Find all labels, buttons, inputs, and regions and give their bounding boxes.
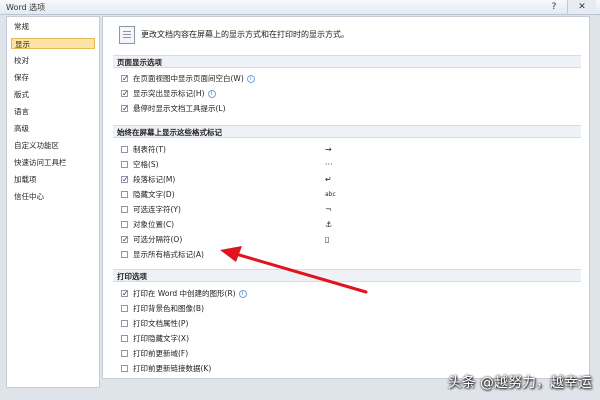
option-label: 打印在 Word 中创建的图形(R) xyxy=(133,289,236,298)
checkbox[interactable] xyxy=(121,288,129,299)
option-show-all-formatting-marks[interactable]: 显示所有格式标记(A) xyxy=(121,249,204,260)
option-label: 显示突出显示标记(H) xyxy=(133,89,205,98)
watermark: 头条 @越努力，越幸运 xyxy=(447,375,592,391)
checkbox[interactable] xyxy=(121,250,128,258)
checkbox[interactable] xyxy=(121,304,128,312)
option-label: 可选连字符(Y) xyxy=(133,205,181,214)
sidebar-item-layout[interactable]: 版式 xyxy=(11,89,95,100)
sidebar-item-customize-ribbon[interactable]: 自定义功能区 xyxy=(11,140,95,151)
option-print-hidden-text[interactable]: 打印隐藏文字(X) xyxy=(121,333,189,344)
section-page-display: 页面显示选项 xyxy=(113,55,581,68)
option-update-fields[interactable]: 打印前更新域(F) xyxy=(121,348,188,359)
sidebar-item-add-ins[interactable]: 加载项 xyxy=(11,174,95,185)
sidebar-item-save[interactable]: 保存 xyxy=(11,72,95,83)
info-icon: i xyxy=(207,90,216,98)
hidden-text-icon: abc xyxy=(325,191,336,198)
option-tab-characters[interactable]: 制表符(T) xyxy=(121,144,166,155)
sidebar-item-quick-access-toolbar[interactable]: 快速访问工具栏 xyxy=(11,157,95,168)
option-label: 空格(S) xyxy=(133,160,159,169)
option-label: 可选分隔符(O) xyxy=(133,235,183,244)
option-show-tooltips[interactable]: 悬停时显示文档工具提示(L) xyxy=(121,103,226,114)
section-formatting-marks: 始终在屏幕上显示这些格式标记 xyxy=(113,125,581,138)
optional-break-icon: ▯ xyxy=(325,235,330,244)
sidebar-item-proofing[interactable]: 校对 xyxy=(11,55,95,66)
tab-mark-icon: → xyxy=(325,145,332,154)
sidebar-item-general[interactable]: 常规 xyxy=(11,21,95,32)
option-print-drawings[interactable]: 打印在 Word 中创建的图形(R)i xyxy=(121,288,247,299)
option-optional-hyphens[interactable]: 可选连字符(Y) xyxy=(121,204,181,215)
option-show-highlighter[interactable]: 显示突出显示标记(H)i xyxy=(121,88,216,99)
checkbox[interactable] xyxy=(121,160,128,168)
anchor-icon: ⚓ xyxy=(325,220,333,229)
option-label: 悬停时显示文档工具提示(L) xyxy=(133,104,226,113)
checkbox[interactable] xyxy=(121,73,129,84)
checkbox[interactable] xyxy=(121,319,128,327)
paragraph-mark-icon: ↵ xyxy=(325,175,332,184)
option-label: 打印前更新链接数据(K) xyxy=(133,364,212,373)
checkbox[interactable] xyxy=(121,145,128,153)
option-update-links[interactable]: 打印前更新链接数据(K) xyxy=(121,363,211,374)
option-label: 显示所有格式标记(A) xyxy=(133,250,204,259)
option-label: 对象位置(C) xyxy=(133,220,175,229)
checkbox[interactable] xyxy=(121,349,128,357)
info-icon: i xyxy=(246,75,255,83)
sidebar-item-language[interactable]: 语言 xyxy=(11,106,95,117)
option-label: 隐藏文字(D) xyxy=(133,190,175,199)
option-print-background[interactable]: 打印背景色和图像(B) xyxy=(121,303,204,314)
sidebar-item-display[interactable]: 显示 xyxy=(11,38,95,49)
option-label: 打印背景色和图像(B) xyxy=(133,304,204,313)
checkbox[interactable] xyxy=(121,103,129,114)
option-label: 打印前更新域(F) xyxy=(133,349,189,358)
window-title: Word 选项 xyxy=(6,3,46,12)
option-label: 在页面视图中显示页面间空白(W) xyxy=(133,74,244,83)
checkbox[interactable] xyxy=(121,174,129,185)
checkbox[interactable] xyxy=(121,205,128,213)
sidebar-item-trust-center[interactable]: 信任中心 xyxy=(11,191,95,202)
title-bar: Word 选项 ? ✕ xyxy=(0,0,600,15)
checkbox[interactable] xyxy=(121,234,129,245)
option-paragraph-marks[interactable]: 段落标记(M) xyxy=(121,174,175,185)
option-label: 段落标记(M) xyxy=(133,175,176,184)
checkbox[interactable] xyxy=(121,88,129,99)
document-icon xyxy=(119,26,135,44)
sidebar: 常规 显示 校对 保存 版式 语言 高级 自定义功能区 快速访问工具栏 加载项 … xyxy=(6,16,100,388)
optional-hyphen-icon: ¬ xyxy=(325,205,332,214)
option-label: 制表符(T) xyxy=(133,145,166,154)
option-spaces[interactable]: 空格(S) xyxy=(121,159,159,170)
panel-description: 更改文档内容在屏幕上的显示方式和在打印时的显示方式。 xyxy=(141,30,349,39)
option-show-whitespace[interactable]: 在页面视图中显示页面间空白(W)i xyxy=(121,73,255,84)
help-button[interactable]: ? xyxy=(543,0,565,14)
close-button[interactable]: ✕ xyxy=(567,0,596,14)
option-label: 打印文档属性(P) xyxy=(133,319,189,328)
sidebar-item-advanced[interactable]: 高级 xyxy=(11,123,95,134)
info-icon: i xyxy=(238,290,247,298)
checkbox[interactable] xyxy=(121,220,128,228)
option-hidden-text[interactable]: 隐藏文字(D) xyxy=(121,189,175,200)
checkbox[interactable] xyxy=(121,334,128,342)
option-print-properties[interactable]: 打印文档属性(P) xyxy=(121,318,188,329)
option-object-anchors[interactable]: 对象位置(C) xyxy=(121,219,174,230)
checkbox[interactable] xyxy=(121,190,128,198)
checkbox[interactable] xyxy=(121,364,128,372)
space-mark-icon: ··· xyxy=(325,160,333,169)
option-label: 打印隐藏文字(X) xyxy=(133,334,189,343)
section-printing: 打印选项 xyxy=(113,269,581,282)
display-options-panel: 更改文档内容在屏幕上的显示方式和在打印时的显示方式。 页面显示选项 在页面视图中… xyxy=(102,16,590,379)
option-optional-breaks[interactable]: 可选分隔符(O) xyxy=(121,234,182,245)
